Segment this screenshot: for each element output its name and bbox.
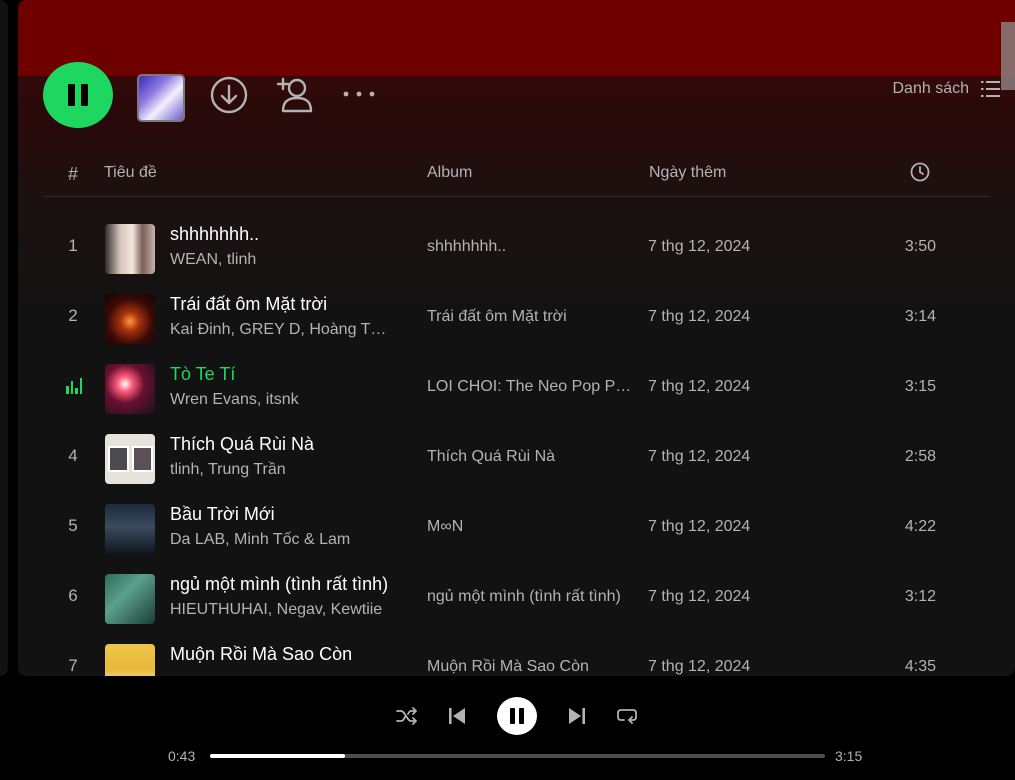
track-row-playing[interactable]: Tò Te Tí Wren Evans, itsnk LOI CHOI: The…	[44, 352, 989, 418]
clock-icon	[910, 162, 930, 182]
track-number: 7	[68, 656, 78, 675]
more-icon	[343, 91, 375, 97]
track-date-added: 7 thg 12, 2024	[648, 658, 751, 675]
track-album[interactable]: Thích Quá Rùi Nà	[427, 448, 555, 466]
total-time: 3:15	[835, 748, 863, 764]
track-title[interactable]: Thích Quá Rùi Nà	[170, 434, 314, 455]
pause-icon-bar	[510, 708, 515, 724]
track-duration: 4:35	[904, 658, 936, 675]
next-button[interactable]	[565, 704, 589, 728]
track-duration: 2:58	[904, 448, 936, 465]
track-date-added: 7 thg 12, 2024	[648, 448, 751, 465]
track-artwork	[105, 224, 155, 274]
now-playing-bar: 0:43 3:15	[0, 676, 1015, 780]
playlist-cover-thumbnail[interactable]	[137, 74, 185, 122]
track-row[interactable]: 6 ngủ một mình (tình rất tình) HIEUTHUHA…	[44, 562, 989, 628]
progress-fill	[210, 754, 346, 758]
track-artists[interactable]: Wren Evans, itsnk	[170, 391, 299, 409]
download-circle-icon	[210, 76, 248, 114]
track-duration: 3:14	[904, 308, 936, 325]
track-artists[interactable]: Da LAB, Minh Tốc & Lam	[170, 531, 350, 549]
progress-bar[interactable]	[210, 754, 825, 758]
pause-icon-bar	[68, 84, 75, 106]
track-row[interactable]: 5 Bầu Trời Mới Da LAB, Minh Tốc & Lam M∞…	[44, 492, 989, 558]
track-row[interactable]: 4 Thích Quá Rùi Nà tlinh, Trung Trần Thí…	[44, 422, 989, 488]
track-number: 5	[68, 516, 78, 535]
track-album[interactable]: Trái đất ôm Mặt trời	[427, 308, 567, 326]
track-album[interactable]: shhhhhhh..	[427, 238, 506, 256]
column-title[interactable]: Tiêu đề	[104, 164, 157, 182]
follow-add-user-button[interactable]	[272, 72, 318, 118]
track-artists[interactable]: HIEUTHUHAI, Negav, Kewtiie	[170, 601, 382, 619]
track-title[interactable]: shhhhhhh..	[170, 224, 259, 245]
track-artists[interactable]: tlinh, Trung Trần	[170, 461, 286, 479]
track-artists[interactable]: Kai Đinh, GREY D, Hoàng Thùy Linh	[170, 321, 395, 339]
previous-button[interactable]	[445, 704, 469, 728]
column-duration[interactable]	[910, 162, 930, 187]
main-view: Danh sách # Tiêu đề Album Ngày thêm 1 sh…	[18, 0, 1015, 676]
tracklist-header: # Tiêu đề Album Ngày thêm	[44, 160, 989, 197]
track-number: 4	[68, 446, 78, 465]
track-artwork	[105, 294, 155, 344]
track-artwork	[105, 644, 155, 676]
track-number: 1	[68, 236, 78, 255]
track-artwork	[105, 504, 155, 554]
left-sidebar-edge	[0, 0, 8, 676]
track-title[interactable]: Muộn Rồi Mà Sao Còn	[170, 644, 352, 665]
polaroid-photo	[131, 446, 153, 472]
shuffle-icon	[396, 707, 417, 725]
column-album[interactable]: Album	[427, 164, 472, 182]
pause-icon-bar	[81, 84, 88, 106]
track-row[interactable]: 2 Trái đất ôm Mặt trời Kai Đinh, GREY D,…	[44, 282, 989, 348]
column-number: #	[67, 164, 78, 184]
pause-icon-bar	[519, 708, 524, 724]
skip-forward-icon	[569, 708, 585, 724]
track-duration: 3:15	[904, 378, 936, 395]
skip-back-icon	[449, 708, 465, 724]
track-artwork	[105, 574, 155, 624]
track-number: 6	[68, 586, 78, 605]
track-date-added: 7 thg 12, 2024	[648, 588, 751, 605]
add-user-icon	[276, 77, 313, 113]
repeat-button[interactable]	[614, 704, 640, 728]
track-title[interactable]: Tò Te Tí	[170, 364, 235, 385]
polaroid-photo	[107, 446, 129, 472]
track-title[interactable]: Trái đất ôm Mặt trời	[170, 294, 327, 315]
column-date-added[interactable]: Ngày thêm	[649, 164, 726, 182]
track-artists[interactable]: WEAN, tlinh	[170, 251, 256, 269]
track-title[interactable]: ngủ một mình (tình rất tình)	[170, 574, 388, 595]
track-date-added: 7 thg 12, 2024	[648, 308, 751, 325]
track-album[interactable]: M∞N	[427, 518, 463, 536]
track-album[interactable]: ngủ một mình (tình rất tình)	[427, 588, 621, 606]
action-bar: Danh sách	[18, 62, 1015, 128]
track-album[interactable]: LOI CHOI: The Neo Pop Punk	[427, 378, 632, 396]
list-icon	[981, 81, 1000, 97]
track-duration: 3:12	[904, 588, 936, 605]
track-date-added: 7 thg 12, 2024	[648, 378, 751, 395]
more-options-button[interactable]	[338, 74, 380, 114]
view-mode-toggle[interactable]: Danh sách	[893, 80, 1002, 98]
track-artwork	[105, 434, 155, 484]
download-button[interactable]	[208, 74, 250, 116]
track-duration: 4:22	[904, 518, 936, 535]
track-row[interactable]: 7 Muộn Rồi Mà Sao Còn Muộn Rồi Mà Sao Cò…	[44, 632, 989, 676]
equalizer-icon	[66, 378, 82, 394]
track-title[interactable]: Bầu Trời Mới	[170, 504, 275, 525]
track-row[interactable]: 1 shhhhhhh.. WEAN, tlinh shhhhhhh.. 7 th…	[44, 212, 989, 278]
track-date-added: 7 thg 12, 2024	[648, 238, 751, 255]
repeat-icon	[617, 709, 637, 724]
shuffle-button[interactable]	[394, 704, 420, 728]
track-duration: 3:50	[904, 238, 936, 255]
track-number: 2	[68, 306, 78, 325]
track-artwork	[105, 364, 155, 414]
play-pause-button[interactable]	[43, 62, 113, 128]
track-date-added: 7 thg 12, 2024	[648, 518, 751, 535]
view-mode-label: Danh sách	[892, 80, 970, 97]
elapsed-time: 0:43	[168, 748, 196, 764]
track-album[interactable]: Muộn Rồi Mà Sao Còn	[427, 658, 589, 676]
play-pause-button[interactable]	[497, 697, 537, 735]
